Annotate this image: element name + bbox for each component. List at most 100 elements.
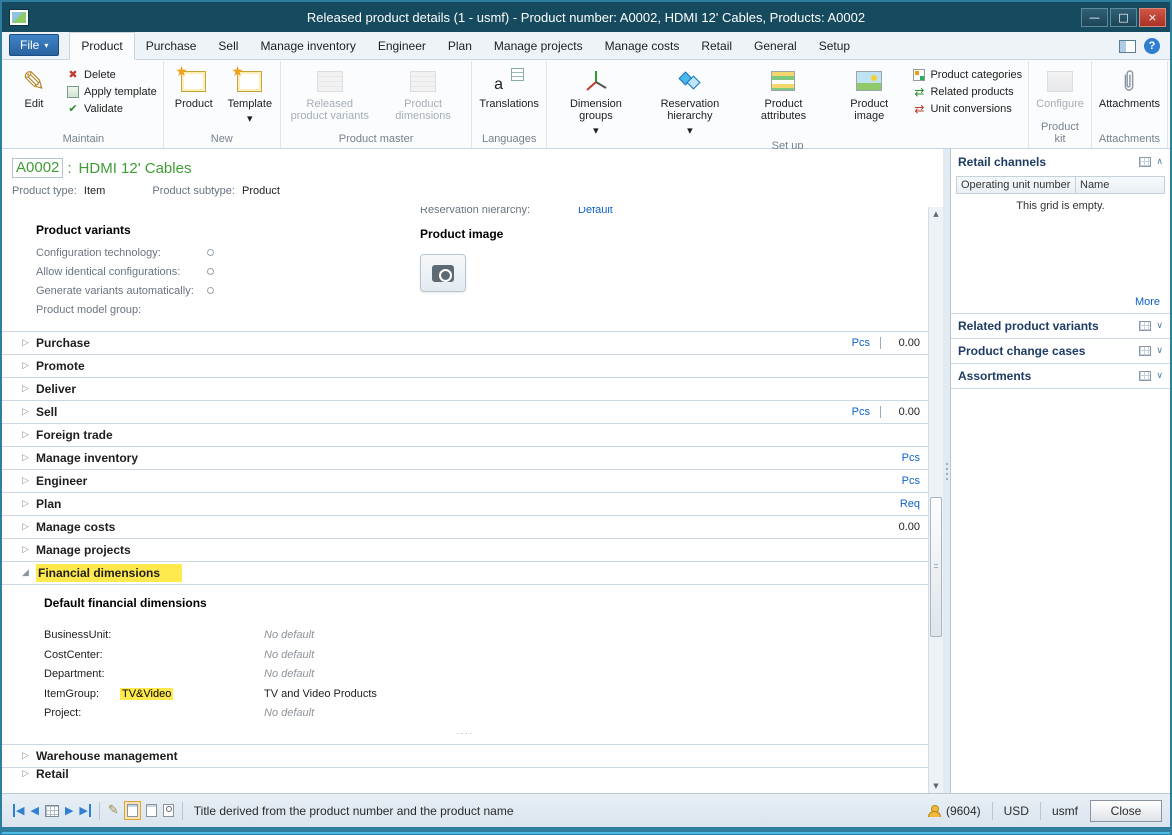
more-link[interactable]: More — [1135, 296, 1160, 308]
tab-retail[interactable]: Retail — [690, 33, 743, 59]
alerts-count[interactable]: (9604) — [946, 804, 981, 818]
close-button[interactable]: Close — [1090, 800, 1162, 822]
tab-plan[interactable]: Plan — [437, 33, 483, 59]
maximize-button[interactable]: □ — [1110, 8, 1137, 27]
company-indicator[interactable]: usmf — [1052, 804, 1078, 818]
tab-sell[interactable]: Sell — [207, 33, 249, 59]
fasttab-promote[interactable]: ▷ Promote — [2, 355, 928, 378]
dimension-groups-button[interactable]: Dimension groups ▾ — [550, 63, 642, 138]
product-image-placeholder[interactable] — [420, 254, 466, 292]
scrollbar-thumb[interactable] — [930, 497, 942, 637]
tab-product[interactable]: Product — [69, 32, 134, 60]
product-variants-section: Reservation hierarchy: Default Product v… — [2, 207, 928, 332]
validate-button[interactable]: ✔ Validate — [63, 102, 160, 115]
unit-conversions-button[interactable]: ⇄ Unit conversions — [909, 102, 1025, 115]
fasttab-purchase[interactable]: ▷ Purchase Pcs 0.00 — [2, 332, 928, 355]
chevron-down-icon[interactable]: ∨ — [1156, 321, 1163, 331]
app-window: Released product details (1 - usmf) - Pr… — [0, 0, 1172, 835]
go-next-button[interactable]: ▶ — [65, 804, 73, 817]
attachments-button[interactable]: Attachments — [1095, 63, 1164, 111]
product-change-cases-section[interactable]: Product change cases ∨ — [951, 339, 1170, 364]
product-image-button[interactable]: Product image — [831, 63, 907, 123]
tab-setup[interactable]: Setup — [808, 33, 861, 59]
go-first-button[interactable]: ◀ — [13, 804, 24, 817]
currency-indicator[interactable]: USD — [1004, 804, 1029, 818]
tab-purchase[interactable]: Purchase — [135, 33, 208, 59]
grid-icon — [1139, 321, 1151, 331]
fasttab-manage-projects[interactable]: ▷ Manage projects — [2, 539, 928, 562]
fasttab-financial-dimensions[interactable]: ◢ Financial dimensions — [2, 562, 928, 585]
divider — [99, 802, 100, 820]
product-attributes-button[interactable]: Product attributes — [738, 63, 829, 123]
edit-button[interactable]: ✎ Edit — [7, 63, 61, 111]
new-template-button[interactable]: ★ Template ▾ — [223, 63, 277, 126]
dimension-row-itemgroup: ItemGroup: TV&Video TV and Video Product… — [44, 688, 928, 708]
delete-button[interactable]: ✖ Delete — [63, 68, 160, 81]
inventory-unit[interactable]: Pcs — [902, 452, 920, 464]
grid-icon — [45, 805, 59, 817]
related-arrows-icon: ⇄ — [912, 85, 926, 98]
fasttab-engineer[interactable]: ▷ Engineer Pcs — [2, 470, 928, 493]
edit-record-button[interactable]: ✎ — [108, 803, 119, 818]
new-product-button[interactable]: ★ Product — [167, 63, 221, 111]
plan-coverage[interactable]: Req — [900, 498, 920, 510]
expand-arrow-icon: ▷ — [22, 522, 29, 532]
chevron-down-icon[interactable]: ∨ — [1156, 371, 1163, 381]
ribbon-group-maintain: ✎ Edit ✖ Delete Apply template ✔ Validat… — [4, 61, 164, 148]
window-layout-icon[interactable] — [1119, 40, 1136, 53]
translations-button[interactable]: a Translations — [475, 63, 543, 111]
column-name[interactable]: Name — [1076, 176, 1165, 194]
document-attachments-button[interactable] — [163, 804, 174, 817]
tab-manage-inventory[interactable]: Manage inventory — [249, 33, 366, 59]
column-operating-unit-number[interactable]: Operating unit number — [956, 176, 1076, 194]
retail-channels-header[interactable]: Retail channels ∧ — [951, 149, 1170, 174]
product-number-field[interactable]: A0002 — [12, 158, 63, 178]
tab-engineer[interactable]: Engineer — [367, 33, 437, 59]
tab-manage-projects[interactable]: Manage projects — [483, 33, 594, 59]
minimize-button[interactable]: — — [1081, 8, 1108, 27]
project-value[interactable]: No default — [264, 707, 314, 719]
purchase-unit[interactable]: Pcs — [852, 337, 870, 349]
tab-manage-costs[interactable]: Manage costs — [594, 33, 691, 59]
product-categories-button[interactable]: Product categories — [909, 68, 1025, 81]
grid-icon — [1139, 157, 1151, 167]
scroll-up-arrow[interactable]: ▲ — [929, 207, 943, 221]
assortments-section[interactable]: Assortments ∨ — [951, 364, 1170, 389]
panel-splitter[interactable] — [943, 149, 950, 793]
fasttab-plan[interactable]: ▷ Plan Req — [2, 493, 928, 516]
department-value[interactable]: No default — [264, 668, 314, 680]
file-menu-button[interactable]: File ▾ — [9, 34, 59, 56]
grid-view-toggle-button[interactable] — [146, 804, 157, 817]
fasttab-foreign-trade[interactable]: ▷ Foreign trade — [2, 424, 928, 447]
cost-value: 0.00 — [899, 521, 920, 533]
engineer-unit[interactable]: Pcs — [902, 475, 920, 487]
itemgroup-code[interactable]: TV&Video — [120, 688, 173, 700]
fasttab-deliver[interactable]: ▷ Deliver — [2, 378, 928, 401]
grid-view-button[interactable] — [45, 805, 59, 817]
reservation-hierarchy-link[interactable]: Default — [578, 207, 613, 216]
close-window-button[interactable]: × — [1139, 8, 1166, 27]
related-products-button[interactable]: ⇄ Related products — [909, 85, 1025, 98]
tab-general[interactable]: General — [743, 33, 808, 59]
fasttab-warehouse-management[interactable]: ▷ Warehouse management — [2, 745, 928, 768]
fasttab-manage-costs[interactable]: ▷ Manage costs 0.00 — [2, 516, 928, 539]
fasttab-retail[interactable]: ▷ Retail — [2, 768, 928, 780]
vertical-scrollbar[interactable]: ▲ ▼ — [928, 207, 943, 793]
details-view-button[interactable] — [124, 801, 141, 820]
help-icon[interactable]: ? — [1144, 38, 1160, 54]
alerts-user-icon[interactable] — [927, 805, 940, 817]
related-product-variants-section[interactable]: Related product variants ∨ — [951, 314, 1170, 339]
chevron-down-icon[interactable]: ∨ — [1156, 346, 1163, 356]
costcenter-value[interactable]: No default — [264, 649, 314, 661]
chevron-up-icon[interactable]: ∧ — [1156, 157, 1163, 167]
fasttab-manage-inventory[interactable]: ▷ Manage inventory Pcs — [2, 447, 928, 470]
go-last-button[interactable]: ▶ — [79, 804, 90, 817]
picture-icon — [856, 71, 882, 91]
reservation-hierarchy-button[interactable]: Reservation hierarchy ▾ — [644, 63, 736, 138]
sell-unit[interactable]: Pcs — [852, 406, 870, 418]
businessunit-value[interactable]: No default — [264, 629, 314, 641]
apply-template-button[interactable]: Apply template — [63, 85, 160, 98]
go-previous-button[interactable]: ◀ — [30, 804, 38, 817]
fasttab-sell[interactable]: ▷ Sell Pcs 0.00 — [2, 401, 928, 424]
scroll-down-arrow[interactable]: ▼ — [929, 779, 943, 793]
